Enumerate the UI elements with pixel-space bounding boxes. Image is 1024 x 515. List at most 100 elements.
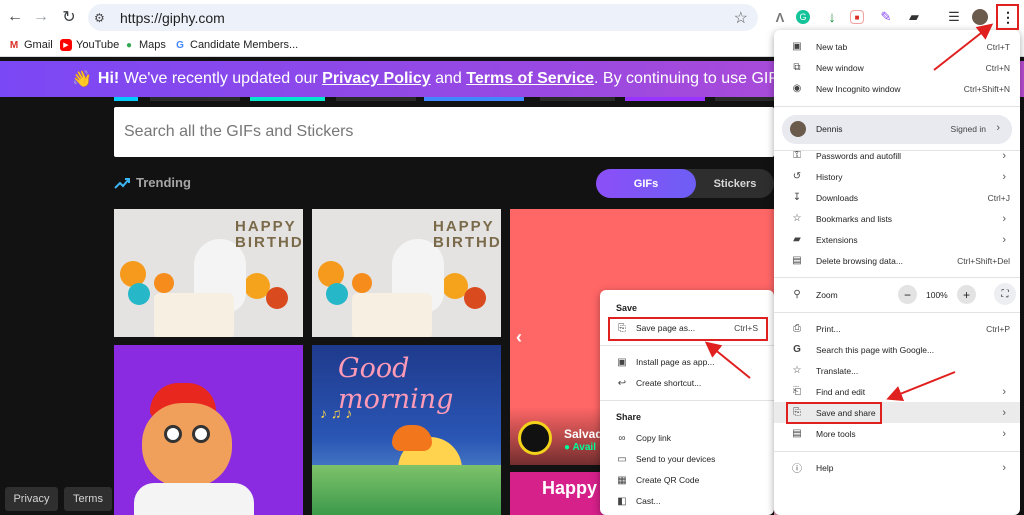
gif-tile-puppet[interactable] [114, 345, 303, 515]
menu-item-new-tab[interactable]: ▣ New tab Ctrl+T [774, 36, 1020, 57]
puzzle-icon: ▰ [793, 234, 801, 245]
pen-extension-icon[interactable]: ✎ [876, 7, 896, 27]
menu-item-delete-browsing-data[interactable]: ▤ Delete browsing data... Ctrl+Shift+Del [774, 250, 1020, 271]
install-page-item[interactable]: ▣ Install page as app... [600, 352, 774, 372]
gmail-icon: M [9, 39, 19, 51]
cast-item[interactable]: ◧ Cast... [600, 491, 774, 511]
menu-label: New Incognito window [816, 83, 901, 94]
create-qr-code-item[interactable]: ▦ Create QR Code [600, 470, 774, 490]
printer-icon: ⎙ [793, 323, 801, 334]
gif-tile-birthday[interactable]: HAPPY BIRTHDAY [114, 209, 303, 337]
nav-strip [250, 97, 325, 101]
site-info-icon[interactable]: ⚙ [94, 11, 114, 25]
creator-avatar[interactable] [518, 421, 552, 455]
menu-divider [774, 451, 1020, 452]
cast-icon: ◧ [617, 495, 627, 507]
grammarly-icon[interactable]: G [796, 10, 810, 24]
nav-strip [715, 97, 774, 101]
menu-divider [774, 106, 1020, 107]
menu-label: Create shortcut... [636, 378, 702, 388]
menu-item-bookmarks[interactable]: ☆ Bookmarks and lists › [774, 208, 1020, 229]
profile-item[interactable]: Dennis Signed in › [782, 115, 1012, 144]
chevron-right-icon: › [1002, 170, 1006, 183]
reload-button[interactable]: ↻ [56, 4, 82, 30]
gif-tile-good-morning[interactable]: Good morning ♪ ♫ ♪ [312, 345, 501, 515]
bird [392, 425, 432, 451]
forward-button[interactable]: → [28, 4, 54, 30]
extension-red-icon[interactable]: ■ [850, 10, 864, 24]
menu-label: Bookmarks and lists [816, 213, 893, 224]
menu-label: Cast... [636, 496, 661, 506]
bookmark-youtube[interactable]: ▶ YouTube [60, 39, 119, 51]
menu-label: Install page as app... [636, 357, 715, 367]
extensions-puzzle-icon[interactable]: ▰ [904, 7, 924, 27]
back-button[interactable]: ← [2, 4, 28, 30]
menu-item-search-with-google[interactable]: G Search this page with Google... [774, 339, 1020, 360]
trending-arrow-icon [114, 177, 130, 189]
menu-item-find-and-edit[interactable]: ⎗ Find and edit › [774, 381, 1020, 402]
history-icon: ↺ [792, 171, 802, 182]
gif-sticker-toggle: GIFs Stickers [596, 169, 774, 198]
bookmark-gmail[interactable]: M Gmail [8, 39, 53, 51]
reading-list-icon[interactable]: ☰ [944, 7, 964, 27]
profile-avatar [790, 121, 806, 137]
menu-item-extensions[interactable]: ▰ Extensions › [774, 229, 1020, 250]
gif-tile-birthday[interactable]: HAPPY BIRTHDAY [312, 209, 501, 337]
menu-divider [774, 277, 1020, 278]
tab-stickers[interactable]: Stickers [696, 169, 774, 198]
menu-item-print[interactable]: ⎙ Print... Ctrl+P [774, 318, 1020, 339]
privacy-policy-link[interactable]: Privacy Policy [322, 70, 431, 88]
wave-emoji-icon: 👋 [72, 71, 92, 88]
bookmark-candidate[interactable]: G Candidate Members... [174, 39, 298, 51]
install-app-icon: ▣ [617, 356, 627, 368]
carousel-prev-icon[interactable]: ‹ [516, 327, 522, 348]
translate-icon: ☆ [792, 365, 802, 376]
menu-item-incognito[interactable]: ◉ New Incognito window Ctrl+Shift+N [774, 78, 1020, 99]
menu-label: New window [816, 62, 864, 73]
menu-shortcut: Ctrl+J [987, 192, 1010, 203]
chevron-right-icon: › [1002, 406, 1006, 419]
happy-text: Happy [542, 478, 598, 498]
fullscreen-icon[interactable]: ⛶ [994, 283, 1016, 305]
puppet-eye [192, 425, 210, 443]
create-shortcut-item[interactable]: ↩ Create shortcut... [600, 373, 774, 393]
menu-item-more-tools[interactable]: ▤ More tools › [774, 423, 1020, 444]
extension-a-icon[interactable]: Λ [770, 7, 790, 27]
send-to-devices-item[interactable]: ▭ Send to your devices [600, 449, 774, 469]
menu-label: Find and edit [816, 386, 866, 397]
chevron-right-icon: › [1002, 461, 1006, 474]
menu-item-passwords[interactable]: ⚿ Passwords and autofill › [774, 145, 1020, 166]
menu-item-history[interactable]: ↺ History › [774, 166, 1020, 187]
menu-label: Copy link [636, 433, 671, 443]
terms-of-service-link[interactable]: Terms of Service [466, 70, 594, 88]
bookmark-star-icon[interactable]: ☆ [734, 8, 748, 28]
menu-label: Help [816, 462, 834, 473]
gif-tile-happy[interactable]: Happy [510, 472, 606, 515]
bookmark-maps[interactable]: ● Maps [123, 39, 166, 51]
footer-terms-button[interactable]: Terms [64, 487, 112, 511]
puppet-head [142, 403, 232, 487]
menu-item-new-window[interactable]: ⧉ New window Ctrl+N [774, 57, 1020, 78]
balloon [464, 287, 486, 309]
menu-item-translate[interactable]: ☆ Translate... [774, 360, 1020, 381]
zoom-in-button[interactable]: + [957, 285, 976, 304]
menu-label: Extensions [816, 234, 858, 245]
footer-privacy-button[interactable]: Privacy [5, 487, 58, 511]
zoom-out-button[interactable]: − [898, 285, 917, 304]
help-icon: ⓘ [792, 464, 802, 475]
menu-item-downloads[interactable]: ↧ Downloads Ctrl+J [774, 187, 1020, 208]
balloon [326, 283, 348, 305]
download-arrow-icon[interactable]: ↓ [822, 7, 842, 27]
profile-status: Signed in [950, 124, 986, 134]
menu-label: Create QR Code [636, 475, 700, 485]
profile-avatar-icon[interactable] [972, 9, 988, 25]
gif-search-input[interactable]: Search all the GIFs and Stickers [114, 107, 774, 157]
menu-item-help[interactable]: ⓘ Help › [774, 457, 1020, 478]
chrome-main-menu: ▣ New tab Ctrl+T ⧉ New window Ctrl+N ◉ N… [774, 30, 1020, 515]
menu-label: Translate... [816, 365, 859, 376]
chevron-right-icon: › [1002, 149, 1006, 162]
copy-link-item[interactable]: ∞ Copy link [600, 428, 774, 448]
address-bar[interactable]: ⚙ https://giphy.com ☆ [88, 4, 758, 31]
tab-gifs[interactable]: GIFs [596, 169, 696, 198]
trash-icon: ▤ [792, 255, 802, 266]
